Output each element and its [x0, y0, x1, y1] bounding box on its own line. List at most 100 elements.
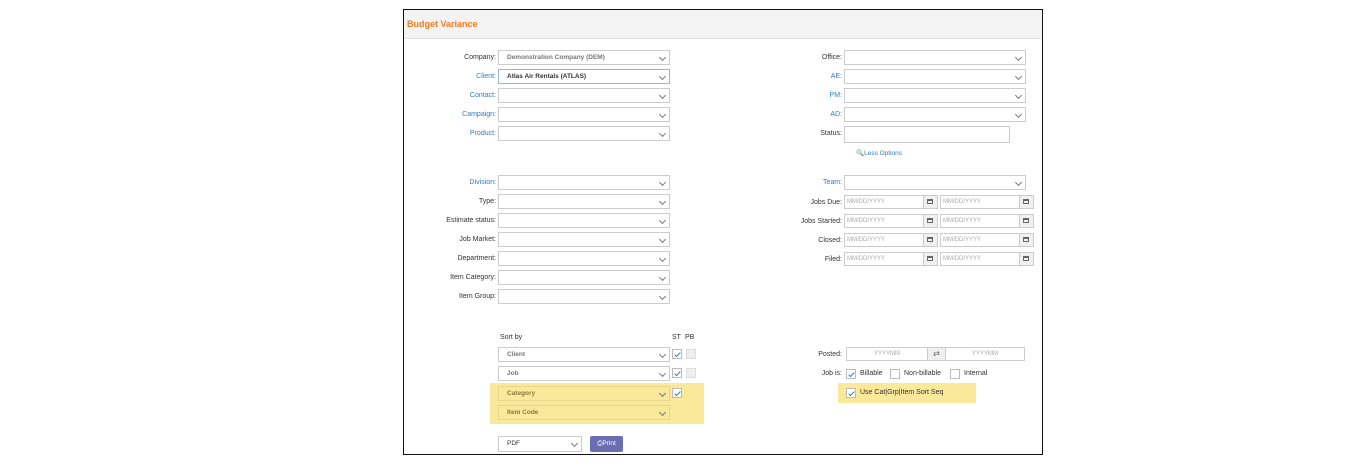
billable-checkbox[interactable] — [846, 369, 856, 379]
jobs-started-row: Jobs Started: MM/DD/YYYY MM/DD/YYYY — [764, 214, 1042, 230]
sort-row-1: Client — [498, 347, 708, 363]
chevron-down-icon — [658, 178, 667, 187]
sort-value-4: Item Code — [507, 409, 539, 416]
use-cat-checkbox[interactable] — [846, 388, 856, 398]
division-select[interactable] — [498, 175, 670, 190]
ae-label[interactable]: AE: — [764, 69, 842, 85]
sort-select-1[interactable]: Client — [498, 347, 670, 362]
division-label[interactable]: Division: — [404, 175, 496, 191]
office-label: Office: — [821, 54, 842, 61]
ad-select[interactable] — [844, 107, 1026, 122]
filed-to[interactable]: MM/DD/YYYY — [940, 252, 1020, 266]
ae-select[interactable] — [844, 69, 1026, 84]
campaign-select[interactable] — [498, 107, 670, 122]
swap-icon[interactable]: ⇄ — [928, 347, 945, 361]
less-options-link[interactable]: 🔍Less Options — [856, 149, 902, 157]
magnifier-icon: 🔍 — [856, 150, 865, 157]
sort-select-2[interactable]: Job — [498, 366, 670, 381]
chevron-down-icon — [1014, 91, 1023, 100]
estimate-status-row: Estimate status: — [404, 213, 674, 229]
ad-label[interactable]: AD: — [764, 107, 842, 123]
client-select[interactable]: Atlas Air Rentals (ATLAS) — [498, 69, 670, 84]
calendar-icon[interactable] — [924, 195, 938, 209]
pm-label[interactable]: PM: — [764, 88, 842, 104]
pb-checkbox-2[interactable] — [686, 368, 696, 378]
job-market-label: Job Market: — [459, 236, 496, 243]
office-select[interactable] — [844, 50, 1026, 65]
page-title: Budget Variance — [407, 19, 478, 29]
closed-from[interactable]: MM/DD/YYYY — [844, 233, 924, 247]
closed-to[interactable]: MM/DD/YYYY — [940, 233, 1020, 247]
status-input[interactable] — [844, 126, 1010, 143]
filed-from[interactable]: MM/DD/YYYY — [844, 252, 924, 266]
pb-checkbox-1[interactable] — [686, 349, 696, 359]
pm-select[interactable] — [844, 88, 1026, 103]
chevron-down-icon — [658, 53, 667, 62]
non-billable-checkbox[interactable] — [890, 369, 900, 379]
output-format-select[interactable]: PDF — [498, 436, 582, 452]
print-button[interactable]: ⎙Print — [590, 436, 623, 452]
calendar-icon[interactable] — [924, 252, 938, 266]
department-label: Department: — [457, 255, 496, 262]
item-category-select[interactable] — [498, 270, 670, 285]
contact-select[interactable] — [498, 88, 670, 103]
sort-row-4: Item Code — [498, 405, 708, 421]
ae-row: AE: — [764, 69, 1034, 85]
calendar-icon[interactable] — [1020, 252, 1034, 266]
jobs-started-from[interactable]: MM/DD/YYYY — [844, 214, 924, 228]
non-billable-label: Non-billable — [904, 370, 941, 377]
sort-value-3: Category — [507, 390, 536, 397]
internal-checkbox[interactable] — [950, 369, 960, 379]
jobs-due-label: Jobs Due: — [810, 199, 842, 206]
posted-from[interactable]: YYYYMM — [846, 347, 928, 361]
budget-variance-panel: Budget Variance Company: Demonstration C… — [403, 9, 1043, 455]
billable-label: Billable — [860, 370, 883, 377]
jobs-due-from[interactable]: MM/DD/YYYY — [844, 195, 924, 209]
jobs-started-to[interactable]: MM/DD/YYYY — [940, 214, 1020, 228]
product-row: Product: — [404, 126, 674, 142]
item-group-select[interactable] — [498, 289, 670, 304]
st-checkbox-3[interactable] — [672, 388, 682, 398]
less-options-label: Less Options — [864, 150, 903, 157]
st-checkbox-1[interactable] — [672, 349, 682, 359]
status-label: Status: — [820, 130, 842, 137]
contact-row: Contact: — [404, 88, 674, 104]
calendar-icon[interactable] — [924, 233, 938, 247]
calendar-icon[interactable] — [924, 214, 938, 228]
filed-row: Filed: MM/DD/YYYY MM/DD/YYYY — [764, 252, 1042, 268]
jobs-due-to[interactable]: MM/DD/YYYY — [940, 195, 1020, 209]
sort-select-3[interactable]: Category — [498, 386, 670, 401]
campaign-label[interactable]: Campaign: — [404, 107, 496, 123]
jobs-started-label: Jobs Started: — [800, 218, 842, 225]
team-label[interactable]: Team: — [764, 175, 842, 191]
estimate-status-label: Estimate status: — [446, 217, 496, 224]
posted-to[interactable]: YYYYMM — [945, 347, 1025, 361]
team-select[interactable] — [844, 175, 1026, 190]
calendar-icon[interactable] — [1020, 233, 1034, 247]
print-label: Print — [602, 440, 616, 447]
team-row: Team: — [764, 175, 1034, 191]
chevron-down-icon — [1014, 53, 1023, 62]
chevron-down-icon — [658, 408, 667, 417]
job-market-select[interactable] — [498, 232, 670, 247]
use-cat-label: Use Cat|Grp|Item Sort Seq — [860, 389, 944, 396]
job-market-row: Job Market: — [404, 232, 674, 248]
type-select[interactable] — [498, 194, 670, 209]
company-select[interactable]: Demonstration Company (DEM) — [498, 50, 670, 65]
contact-label[interactable]: Contact: — [404, 88, 496, 104]
client-label[interactable]: Client: — [404, 69, 496, 85]
product-select[interactable] — [498, 126, 670, 141]
calendar-icon[interactable] — [1020, 195, 1034, 209]
sort-select-4[interactable]: Item Code — [498, 405, 670, 420]
company-row: Company: Demonstration Company (DEM) — [404, 50, 674, 66]
sort-row-2: Job — [498, 366, 708, 382]
st-label: ST — [672, 334, 681, 341]
product-label[interactable]: Product: — [404, 126, 496, 142]
job-is-label: Job is: — [821, 370, 842, 377]
job-is-row: Job is: Billable Non-billable Internal — [764, 366, 1042, 382]
estimate-status-select[interactable] — [498, 213, 670, 228]
calendar-icon[interactable] — [1020, 214, 1034, 228]
department-select[interactable] — [498, 251, 670, 266]
chevron-down-icon — [658, 292, 667, 301]
st-checkbox-2[interactable] — [672, 368, 682, 378]
